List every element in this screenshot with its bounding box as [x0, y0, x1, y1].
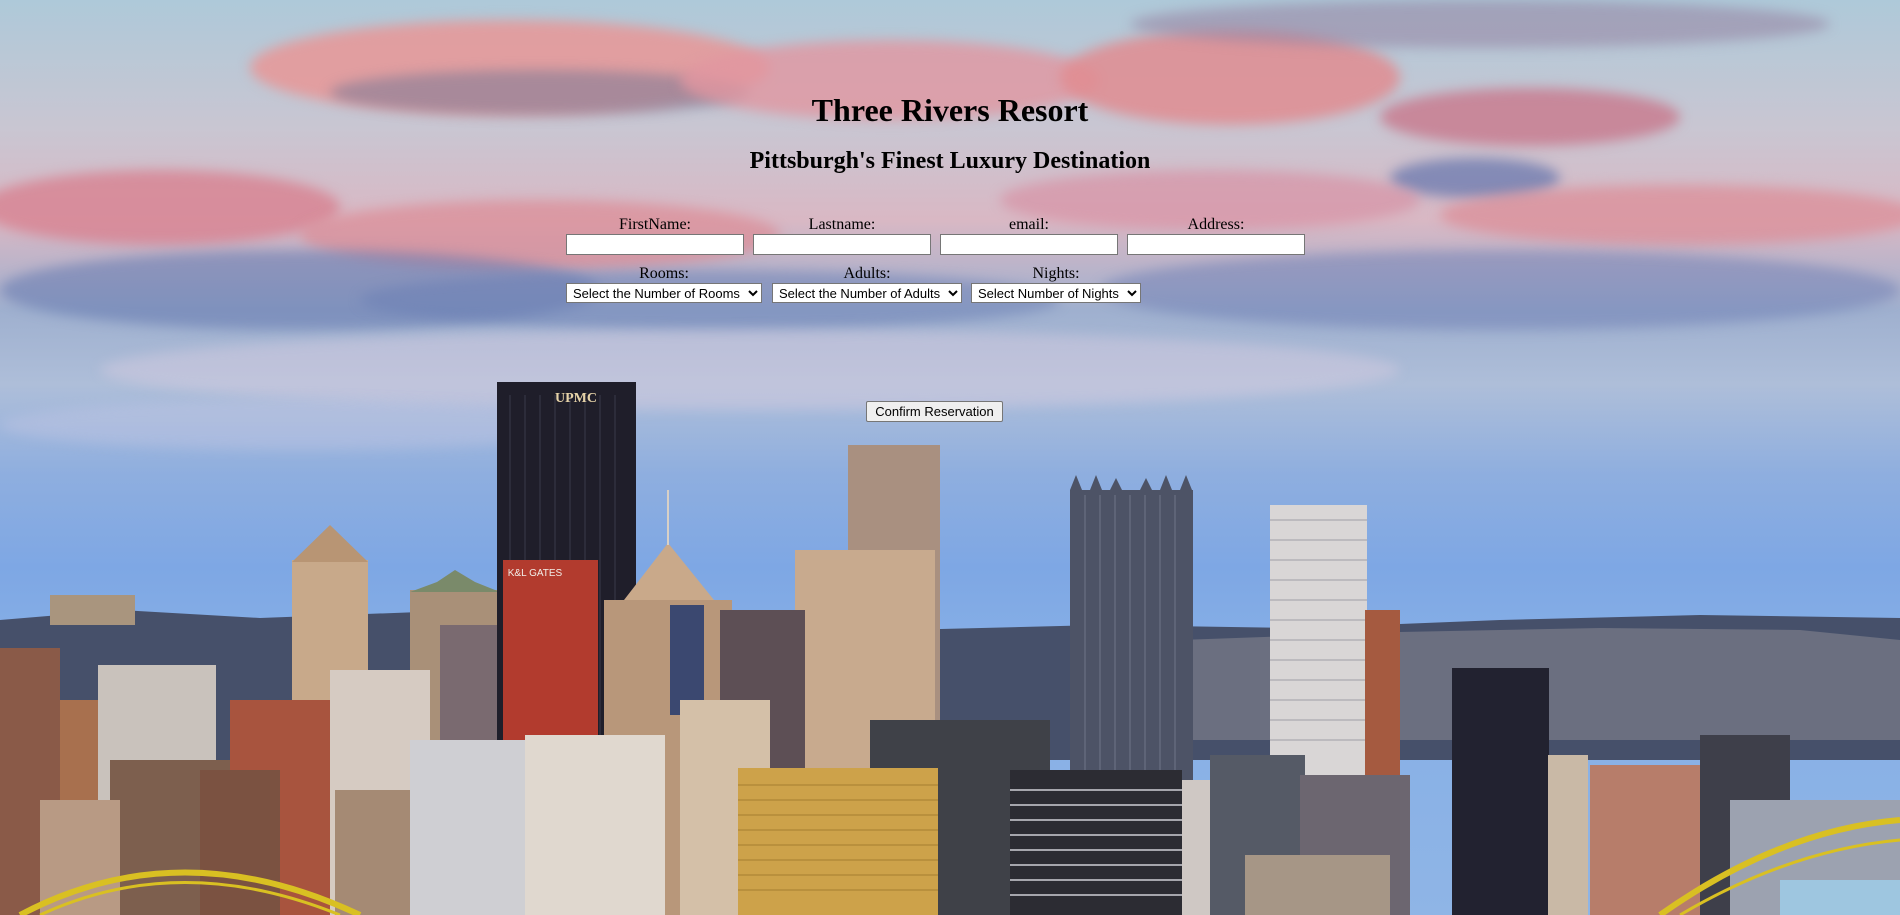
nights-field-group: Nights: Select Number of Nights — [971, 265, 1141, 303]
adults-field-group: Adults: Select the Number of Adults — [772, 265, 962, 303]
river — [1780, 880, 1900, 915]
building — [670, 605, 704, 715]
adults-select[interactable]: Select the Number of Adults — [772, 283, 962, 303]
building — [410, 740, 530, 915]
building — [1452, 668, 1549, 915]
building — [410, 570, 500, 592]
background-photo: UPMC K&L GATES — [0, 0, 1900, 915]
building — [1548, 755, 1588, 915]
building — [738, 768, 938, 915]
city-skyline: UPMC K&L GATES — [0, 382, 1900, 915]
building — [624, 543, 714, 600]
firstname-input[interactable] — [566, 234, 744, 255]
nights-label: Nights: — [1032, 265, 1080, 282]
page-subtitle: Pittsburgh's Finest Luxury Destination — [749, 148, 1151, 174]
firstname-field-group: FirstName: — [566, 216, 744, 255]
address-field-group: Address: — [1127, 216, 1305, 255]
building — [50, 595, 135, 625]
page-title: Three Rivers Resort — [811, 92, 1089, 128]
firstname-label: FirstName: — [619, 216, 691, 233]
email-label: email: — [1009, 216, 1049, 233]
lastname-field-group: Lastname: — [753, 216, 931, 255]
rooms-label: Rooms: — [639, 265, 689, 282]
upmc-sign: UPMC — [555, 391, 597, 406]
nights-select[interactable]: Select Number of Nights — [971, 283, 1141, 303]
lastname-input[interactable] — [753, 234, 931, 255]
address-input[interactable] — [1127, 234, 1305, 255]
adults-label: Adults: — [843, 265, 891, 282]
email-field-group: email: — [940, 216, 1118, 255]
address-label: Address: — [1187, 216, 1245, 233]
email-input[interactable] — [940, 234, 1118, 255]
rooms-select[interactable]: Select the Number of Rooms — [566, 283, 762, 303]
lastname-label: Lastname: — [808, 216, 876, 233]
building — [1010, 770, 1182, 915]
confirm-reservation-button[interactable]: Confirm Reservation — [866, 401, 1003, 422]
building — [1245, 855, 1390, 915]
kl-gates-sign: K&L GATES — [508, 568, 563, 579]
building — [525, 735, 665, 915]
building — [292, 525, 368, 562]
rooms-field-group: Rooms: Select the Number of Rooms — [566, 265, 762, 303]
